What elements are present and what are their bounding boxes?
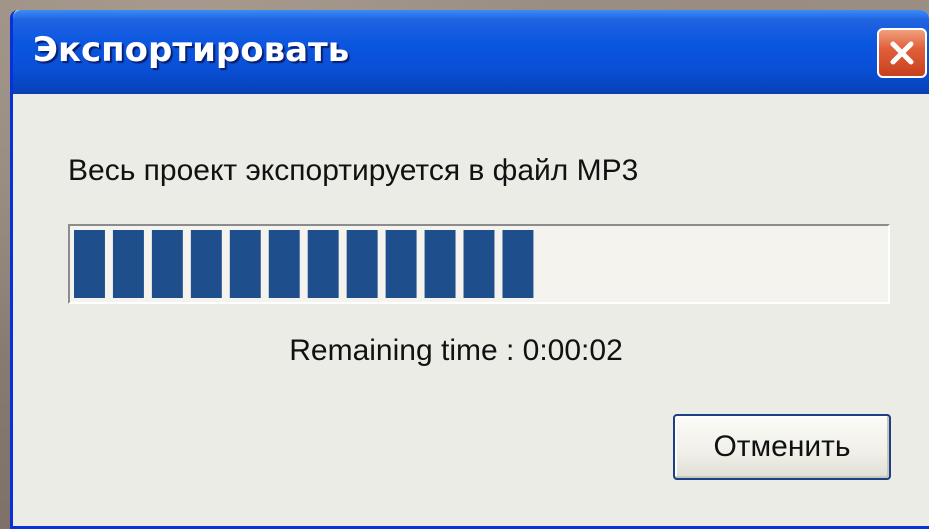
progress-block	[424, 230, 456, 298]
progress-block	[346, 230, 378, 298]
progress-block	[229, 230, 261, 298]
progress-blocks	[74, 230, 534, 298]
progress-block	[151, 230, 183, 298]
title-bar[interactable]: Экспортировать	[13, 10, 929, 94]
progress-block	[385, 230, 417, 298]
close-icon	[887, 38, 917, 68]
export-progress-bar	[68, 224, 890, 304]
progress-block	[74, 230, 105, 298]
progress-block	[268, 230, 300, 298]
export-dialog: Экспортировать Весь проект экспортируетс…	[10, 10, 929, 529]
export-message: Весь проект экспортируется в файл MP3	[68, 154, 639, 187]
progress-block	[112, 230, 144, 298]
close-button[interactable]	[877, 28, 927, 78]
progress-block	[463, 230, 495, 298]
progress-block	[307, 230, 339, 298]
window-title: Экспортировать	[33, 30, 350, 70]
progress-block	[502, 230, 534, 298]
progress-track	[74, 230, 884, 298]
remaining-time-label: Remaining time : 0:00:02	[289, 334, 623, 367]
progress-block	[190, 230, 222, 298]
cancel-button[interactable]: Отменить	[673, 414, 891, 480]
dialog-body: Весь проект экспортируется в файл MP3 Re…	[13, 94, 929, 526]
